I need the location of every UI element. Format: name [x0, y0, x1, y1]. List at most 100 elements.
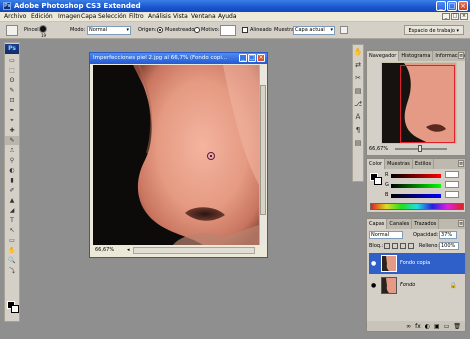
- brush-preview-icon[interactable]: [39, 25, 47, 33]
- layer-name[interactable]: Fondo: [400, 282, 415, 288]
- gradient-tool-icon[interactable]: ◐: [5, 166, 19, 175]
- document-close-button[interactable]: ×: [257, 54, 265, 62]
- menu-seleccion[interactable]: Selección: [98, 13, 127, 20]
- tab-color[interactable]: Color: [367, 159, 386, 169]
- lock-all-icon[interactable]: [408, 243, 414, 249]
- dodge-tool-icon[interactable]: ✐: [5, 186, 19, 195]
- origin-sampled-radio[interactable]: [157, 27, 163, 33]
- tab-capas[interactable]: Capas: [367, 219, 388, 229]
- color-panel-menu-icon[interactable]: ≡: [458, 160, 464, 167]
- status-arrow-icon[interactable]: ◂: [127, 246, 130, 255]
- slice-tool-icon[interactable]: ✒: [5, 106, 19, 115]
- lasso-tool-icon[interactable]: ʘ: [5, 76, 19, 85]
- document-title-bar[interactable]: Imperfecciones piel 2.jpg al 66,7% (Fond…: [90, 53, 267, 64]
- red-slider[interactable]: [391, 174, 441, 178]
- mode-select[interactable]: Normal: [87, 26, 131, 35]
- layer-comps-icon[interactable]: ▤: [353, 138, 363, 148]
- magic-wand-tool-icon[interactable]: ✎: [5, 86, 19, 95]
- navigator-preview[interactable]: [381, 62, 457, 144]
- clone-source-icon[interactable]: ⇄: [353, 60, 363, 70]
- close-button[interactable]: ×: [458, 1, 468, 11]
- blur-tool-icon[interactable]: ▮: [5, 176, 19, 185]
- menu-imagen[interactable]: Imagen: [58, 13, 81, 20]
- aligned-checkbox[interactable]: [242, 27, 248, 33]
- document-zoom-level[interactable]: 66,67%: [95, 246, 114, 255]
- opacity-field[interactable]: 37%: [439, 231, 457, 239]
- crop-tool-icon[interactable]: ⊡: [5, 96, 19, 105]
- menu-analisis[interactable]: Análisis: [148, 13, 171, 20]
- doc-close-button[interactable]: ×: [460, 13, 468, 20]
- layer-style-icon[interactable]: fx: [415, 323, 421, 330]
- horizontal-scrollbar[interactable]: [133, 247, 255, 254]
- brushes-icon[interactable]: ✂: [353, 73, 363, 83]
- tool-presets-icon[interactable]: ✋: [353, 47, 363, 57]
- layer-row-fondo-copia[interactable]: ● Fondo copia: [369, 253, 465, 274]
- doc-restore-button[interactable]: □: [451, 13, 459, 20]
- move-tool-icon[interactable]: ▭: [5, 56, 19, 65]
- menu-filtro[interactable]: Filtro: [129, 13, 144, 20]
- menu-ventana[interactable]: Ventana: [191, 13, 216, 20]
- character-icon[interactable]: Ａ: [353, 112, 363, 122]
- layer-name[interactable]: Fondo copia: [400, 260, 430, 266]
- path-selection-tool-icon[interactable]: ◢: [5, 206, 19, 215]
- pen-tool-icon[interactable]: ▲: [5, 196, 19, 205]
- navigator-zoom-knob[interactable]: [418, 145, 422, 152]
- image-canvas[interactable]: [93, 65, 259, 245]
- lock-transparent-icon[interactable]: [384, 243, 390, 249]
- color-spectrum-ramp[interactable]: [370, 203, 464, 210]
- shape-tool-icon[interactable]: ▭: [5, 236, 19, 245]
- tab-navegador[interactable]: Navegador: [367, 51, 400, 61]
- tab-muestras[interactable]: Muestras: [385, 159, 413, 169]
- tab-histograma[interactable]: Histograma: [399, 51, 434, 61]
- panel-menu-icon[interactable]: ≡: [458, 52, 464, 59]
- menu-edicion[interactable]: Edición: [31, 13, 53, 20]
- clone-stamp-tool-preset-icon[interactable]: [6, 25, 18, 36]
- tab-estilos[interactable]: Estilos: [413, 159, 435, 169]
- navigator-zoom-value[interactable]: 66,67%: [369, 146, 388, 152]
- new-layer-icon[interactable]: ▭: [444, 323, 450, 330]
- layer-mask-icon[interactable]: ▣: [434, 323, 440, 330]
- doc-minimize-button[interactable]: _: [442, 13, 450, 20]
- blue-value-field[interactable]: [445, 191, 459, 198]
- swap-colors-icon[interactable]: ⤵: [5, 266, 19, 275]
- layer-visibility-eye-icon[interactable]: ●: [371, 260, 376, 267]
- eraser-tool-icon[interactable]: ⚲: [5, 156, 19, 165]
- direct-selection-tool-icon[interactable]: ↖: [5, 226, 19, 235]
- clone-stamp-tool-icon[interactable]: ✎: [5, 136, 19, 145]
- menu-archivo[interactable]: Archivo: [4, 13, 26, 20]
- origin-pattern-radio[interactable]: [194, 27, 200, 33]
- type-tool-icon[interactable]: T: [5, 216, 19, 225]
- healing-brush-tool-icon[interactable]: ⌖: [5, 116, 19, 125]
- history-brush-tool-icon[interactable]: ⎍: [5, 146, 19, 155]
- blue-slider[interactable]: [391, 194, 441, 198]
- document-maximize-button[interactable]: □: [248, 54, 256, 62]
- menu-vista[interactable]: Vista: [173, 13, 188, 20]
- actions-icon[interactable]: ⎇: [353, 99, 363, 109]
- ignore-adjustment-layers-icon[interactable]: [340, 26, 348, 34]
- menu-capa[interactable]: Capa: [81, 13, 96, 20]
- adjustment-layer-icon[interactable]: ◐: [425, 323, 430, 330]
- color-bg-swatch[interactable]: [374, 177, 382, 185]
- red-value-field[interactable]: [445, 171, 459, 178]
- minimize-button[interactable]: _: [436, 1, 446, 11]
- paragraph-icon[interactable]: ¶: [353, 125, 363, 135]
- brush-tool-icon[interactable]: ✚: [5, 126, 19, 135]
- maximize-button[interactable]: □: [447, 1, 457, 11]
- blend-mode-select[interactable]: Normal: [369, 231, 403, 239]
- document-minimize-button[interactable]: _: [239, 54, 247, 62]
- green-value-field[interactable]: [445, 181, 459, 188]
- zoom-tool-icon[interactable]: 🔍: [5, 256, 19, 265]
- vertical-scroll-thumb[interactable]: [260, 85, 266, 215]
- link-layers-icon[interactable]: ∞: [406, 323, 411, 330]
- history-icon[interactable]: ▤: [353, 86, 363, 96]
- layer-visibility-eye-icon[interactable]: ●: [371, 282, 376, 289]
- lock-pixels-icon[interactable]: [392, 243, 398, 249]
- hand-tool-icon[interactable]: ✋: [5, 246, 19, 255]
- navigator-view-box[interactable]: [400, 65, 455, 143]
- marquee-tool-icon[interactable]: ⬚: [5, 66, 19, 75]
- green-slider[interactable]: [391, 184, 441, 188]
- lock-position-icon[interactable]: [400, 243, 406, 249]
- tab-canales[interactable]: Canales: [387, 219, 413, 229]
- background-color-swatch[interactable]: [11, 305, 19, 313]
- sample-select[interactable]: Capa actual: [293, 26, 335, 35]
